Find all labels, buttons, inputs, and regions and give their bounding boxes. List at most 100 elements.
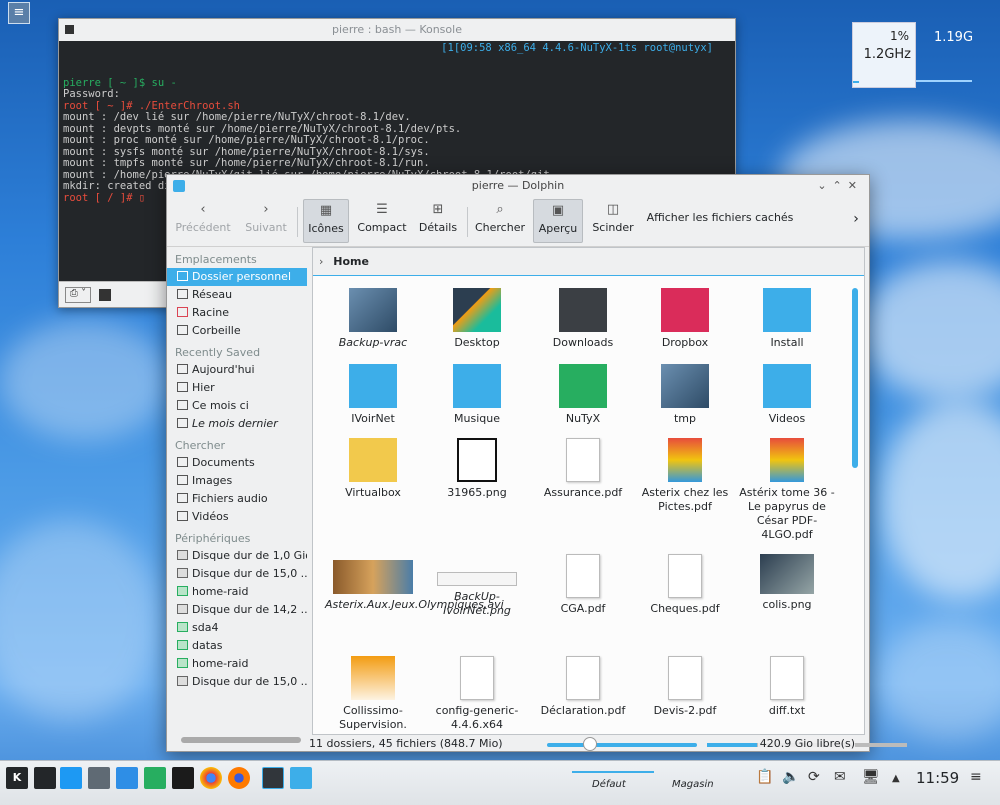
konsole-titlebar[interactable]: pierre : bash — Konsole <box>59 19 735 41</box>
preview-button[interactable]: ▣ Aperçu <box>533 199 583 243</box>
file-item[interactable]: Downloads <box>535 288 631 350</box>
compact-view-button[interactable]: ☰ Compact <box>355 199 409 243</box>
sidebar-item-devices[interactable]: Disque dur de 1,0 Gio <box>167 547 307 565</box>
memory-bar <box>916 80 972 82</box>
volume-icon[interactable]: 🔈 <box>782 769 799 785</box>
file-item[interactable]: Cheques.pdf <box>637 554 733 616</box>
file-item[interactable]: Collissimo-Supervision. <box>325 656 421 732</box>
konsole-window-task[interactable] <box>262 767 284 789</box>
sidebar-item-places[interactable]: Dossier personnel <box>167 268 307 286</box>
file-item[interactable]: colis.png <box>739 554 835 612</box>
sidebar-item-places[interactable]: Réseau <box>167 286 307 304</box>
sidebar-item-recent[interactable]: Aujourd'hui <box>167 361 307 379</box>
desktop-menu-button[interactable]: ≡ <box>8 2 30 24</box>
calc-task-icon[interactable] <box>144 767 166 789</box>
sidebar-item-devices[interactable]: sda4 <box>167 619 307 637</box>
file-item[interactable]: Asterix.Aux.Jeux.Olympiques.avi <box>325 554 504 612</box>
file-item[interactable]: Assurance.pdf <box>535 438 631 500</box>
split-icon: ◫ <box>606 202 620 217</box>
dolphin-window-task[interactable] <box>290 767 312 789</box>
file-item[interactable]: Install <box>739 288 835 350</box>
sidebar-item-recent[interactable]: Ce mois ci <box>167 397 307 415</box>
back-button[interactable]: ‹ Précédent <box>173 199 233 243</box>
file-item[interactable]: Dropbox <box>637 288 733 350</box>
dolphin-title: pierre — Dolphin <box>471 179 565 192</box>
network-icon[interactable]: 🖥 <box>862 769 880 785</box>
sidebar-item-devices[interactable]: Disque dur de 14,2 ... <box>167 601 307 619</box>
trash-task-icon[interactable] <box>88 767 110 789</box>
sidebar-item-places[interactable]: Racine <box>167 304 307 322</box>
file-item[interactable]: 31965.png <box>429 438 525 500</box>
details-view-button[interactable]: ⊞ Détails <box>415 199 461 243</box>
sidebar-item-devices[interactable]: home-raid <box>167 655 307 673</box>
zoom-slider[interactable] <box>547 743 697 747</box>
file-item[interactable]: tmp <box>637 364 733 426</box>
sidebar-item-recent[interactable]: Le mois dernier <box>167 415 307 433</box>
terminal-tab-icon[interactable] <box>99 289 111 301</box>
kde-menu-icon[interactable]: K <box>6 767 28 789</box>
clipboard-icon[interactable]: 📋 <box>756 769 773 785</box>
mail-task-icon[interactable] <box>60 767 82 789</box>
mail-icon[interactable]: ✉ <box>834 769 846 785</box>
file-item[interactable]: Déclaration.pdf <box>535 656 631 718</box>
file-item[interactable]: NuTyX <box>535 364 631 426</box>
updates-icon[interactable]: ⟳ <box>808 769 820 785</box>
file-item[interactable]: config-generic-4.4.6.x64 <box>429 656 525 732</box>
window-controls[interactable]: ⌄⌃✕ <box>817 175 863 197</box>
forward-button[interactable]: › Suivant <box>239 199 293 243</box>
zoom-slider-handle[interactable] <box>583 737 597 751</box>
chrome-task-icon[interactable] <box>200 767 222 789</box>
place-icon <box>177 604 188 614</box>
sidebar-item-search[interactable]: Fichiers audio <box>167 490 307 508</box>
file-item[interactable]: diff.txt <box>739 656 835 718</box>
places-scrollbar[interactable] <box>181 737 301 743</box>
vertical-scrollbar[interactable] <box>852 288 858 728</box>
clock[interactable]: 11:59 <box>916 769 959 787</box>
sidebar-item-devices[interactable]: datas <box>167 637 307 655</box>
sidebar-item-devices[interactable]: Disque dur de 15,0 ... <box>167 673 307 691</box>
sidebar-item-search[interactable]: Images <box>167 472 307 490</box>
file-item[interactable]: Desktop <box>429 288 525 350</box>
sidebar-item-devices[interactable]: Disque dur de 15,0 ... <box>167 565 307 583</box>
activity-store[interactable]: Magasin <box>672 779 714 790</box>
sidebar-item-places[interactable]: Corbeille <box>167 322 307 340</box>
icons-view-button[interactable]: ▦ Icônes <box>303 199 349 243</box>
dolphin-window[interactable]: pierre — Dolphin ⌄⌃✕ ‹ Précédent › Suiva… <box>166 174 907 752</box>
place-icon <box>177 475 188 485</box>
search-button[interactable]: ⌕ Chercher <box>473 199 527 243</box>
file-item[interactable]: Virtualbox <box>325 438 421 500</box>
new-tab-button[interactable]: ⎙ ˅ <box>65 287 91 303</box>
file-item[interactable]: Videos <box>739 364 835 426</box>
breadcrumb-home[interactable]: Home <box>333 255 369 268</box>
tray-expand-icon[interactable]: ▲ <box>892 773 900 784</box>
file-item[interactable]: Backup-vrac <box>325 288 421 350</box>
file-item[interactable]: Devis-2.pdf <box>637 656 733 718</box>
chevron-right-icon[interactable]: › <box>849 211 863 227</box>
activity-default[interactable]: Défaut <box>592 779 626 790</box>
dolphin-titlebar[interactable]: pierre — Dolphin ⌄⌃✕ <box>167 175 869 197</box>
file-item[interactable]: Musique <box>429 364 525 426</box>
file-view[interactable]: › Home Backup-vrac Desktop Downloads Dropbo… <box>312 247 865 735</box>
yellow-icon <box>349 438 397 482</box>
firefox-task-icon[interactable] <box>228 767 250 789</box>
split-button[interactable]: ◫ Scinder <box>589 199 637 243</box>
screen-task-icon[interactable] <box>172 767 194 789</box>
writer-task-icon[interactable] <box>116 767 138 789</box>
sidebar-item-devices[interactable]: home-raid <box>167 583 307 601</box>
sidebar-item-label: Réseau <box>192 288 233 301</box>
file-item[interactable]: Asterix chez les Pictes.pdf <box>637 438 733 514</box>
file-item[interactable]: CGA.pdf <box>535 554 631 616</box>
panel-menu-icon[interactable]: ≡ <box>970 769 982 785</box>
comic-icon <box>770 438 804 482</box>
sidebar-item-search[interactable]: Documents <box>167 454 307 472</box>
file-item[interactable]: Astérix tome 36 - Le papyrus de César PD… <box>739 438 835 542</box>
file-item[interactable]: IVoirNet <box>325 364 421 426</box>
breadcrumb[interactable]: › Home <box>313 248 864 276</box>
sidebar-item-search[interactable]: Vidéos <box>167 508 307 526</box>
sidebar-item-recent[interactable]: Hier <box>167 379 307 397</box>
konsole-task-icon[interactable] <box>34 767 56 789</box>
cpu-monitor-widget: 1% 1.2GHz <box>852 22 916 88</box>
show-hidden-button[interactable]: Afficher les fichiers cachés <box>645 211 795 224</box>
place-icon <box>177 511 188 521</box>
file-item[interactable]: BackUp-IvoirNet.png <box>429 554 525 618</box>
